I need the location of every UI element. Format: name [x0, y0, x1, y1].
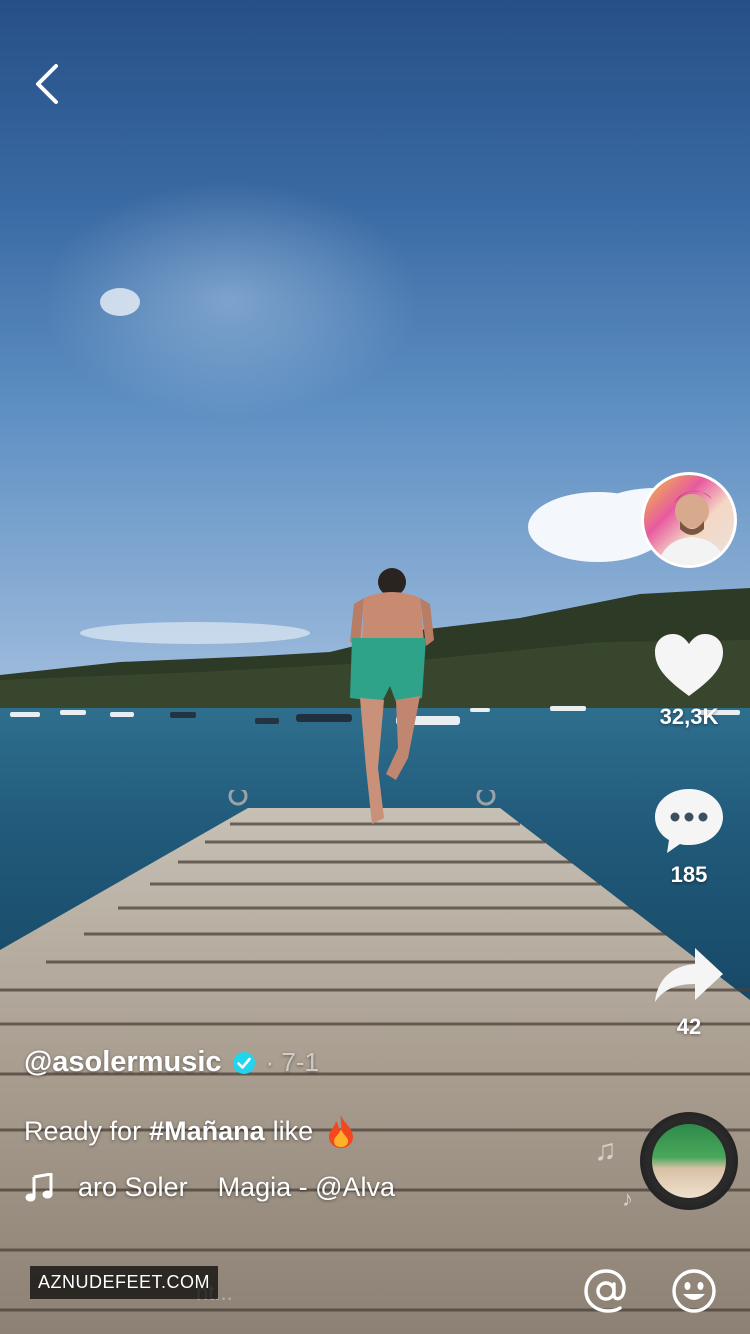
comment-bubble-icon: [655, 789, 723, 853]
author-username[interactable]: @asolermusic: [24, 1046, 222, 1079]
music-title-part-1[interactable]: aro Soler: [78, 1172, 188, 1202]
at-sign-icon[interactable]: [583, 1268, 629, 1314]
music-row[interactable]: aro Soler Magia - @Alva: [24, 1172, 414, 1203]
floating-music-note-icon: ♫: [594, 1134, 617, 1167]
author-row: @asolermusic · 7-1: [24, 1046, 624, 1079]
music-title-marquee: aro Soler Magia - @Alva: [78, 1172, 395, 1203]
person-jumping: [350, 568, 434, 824]
avatar-photo: [658, 490, 726, 565]
comment-count: 185: [670, 862, 708, 887]
verified-badge-icon: [232, 1051, 255, 1074]
comment-button[interactable]: 185: [640, 786, 738, 888]
description-text-end: like: [272, 1115, 314, 1146]
creator-avatar[interactable]: [641, 472, 737, 568]
like-count: 32,3K: [659, 704, 719, 729]
like-button[interactable]: 32,3K: [640, 632, 738, 730]
fire-emoji-icon: [329, 1115, 354, 1148]
video-description: Ready for #Mañana like: [24, 1113, 624, 1149]
share-arrow-icon: [655, 948, 723, 1002]
floating-music-note-icon: ♪: [622, 1186, 633, 1211]
hashtag-link[interactable]: #Mañana: [149, 1116, 265, 1147]
watermark: AZNUDEFEET.COM: [30, 1266, 219, 1299]
music-title-part-2[interactable]: Magia - @Alva: [218, 1172, 395, 1202]
music-disc[interactable]: [640, 1112, 738, 1210]
post-date: · 7-1: [265, 1047, 320, 1077]
music-note-icon: [25, 1172, 53, 1201]
share-button[interactable]: 42: [640, 942, 738, 1040]
smiley-icon[interactable]: [671, 1268, 717, 1314]
video-screen[interactable]: 32,3K 185 42 @asolermusic · 7-1 Ready fo…: [0, 0, 750, 1334]
share-count: 42: [676, 1014, 702, 1039]
cloud: [100, 288, 140, 316]
description-text: Ready for: [24, 1115, 142, 1146]
heart-icon: [655, 634, 723, 696]
back-chevron-icon[interactable]: [30, 62, 66, 106]
album-cover: [652, 1124, 726, 1198]
